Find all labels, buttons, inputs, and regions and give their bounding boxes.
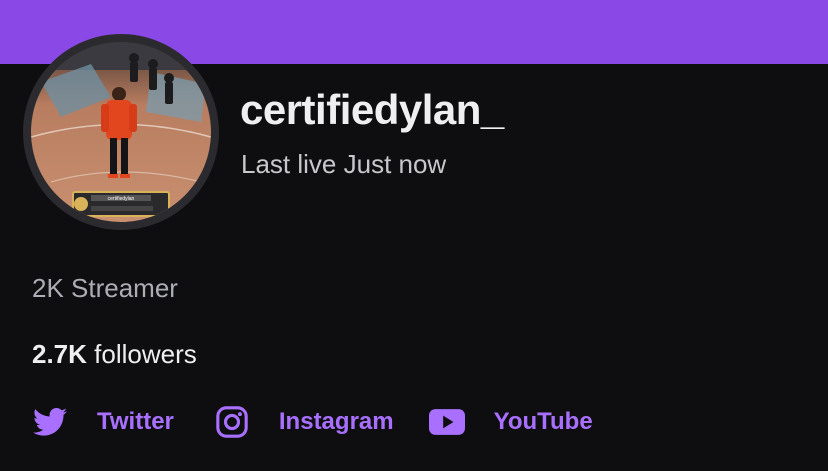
channel-name[interactable]: certifiedylan_: [240, 86, 504, 134]
youtube-icon: [428, 404, 465, 440]
live-status: Last live Just now: [241, 149, 447, 179]
follower-number: 2.7K: [32, 339, 87, 369]
channel-bio: 2K Streamer: [32, 273, 178, 303]
twitter-label: Twitter: [97, 408, 174, 435]
follower-count: 2.7K followers: [32, 339, 197, 370]
instagram-link[interactable]: Instagram: [214, 404, 394, 440]
instagram-label: Instagram: [278, 408, 394, 435]
twitter-link[interactable]: Twitter: [32, 404, 174, 440]
youtube-label: YouTube: [493, 408, 593, 435]
social-links: Twitter Instagram YouTube: [32, 402, 593, 442]
instagram-icon: [214, 404, 250, 440]
youtube-link[interactable]: YouTube: [428, 404, 593, 440]
avatar-image: certifiedylan: [31, 42, 211, 222]
twitter-icon: [32, 404, 68, 440]
avatar[interactable]: certifiedylan: [23, 34, 219, 230]
follower-label: followers: [94, 339, 197, 369]
avatar-caption: certifiedylan: [108, 196, 135, 202]
